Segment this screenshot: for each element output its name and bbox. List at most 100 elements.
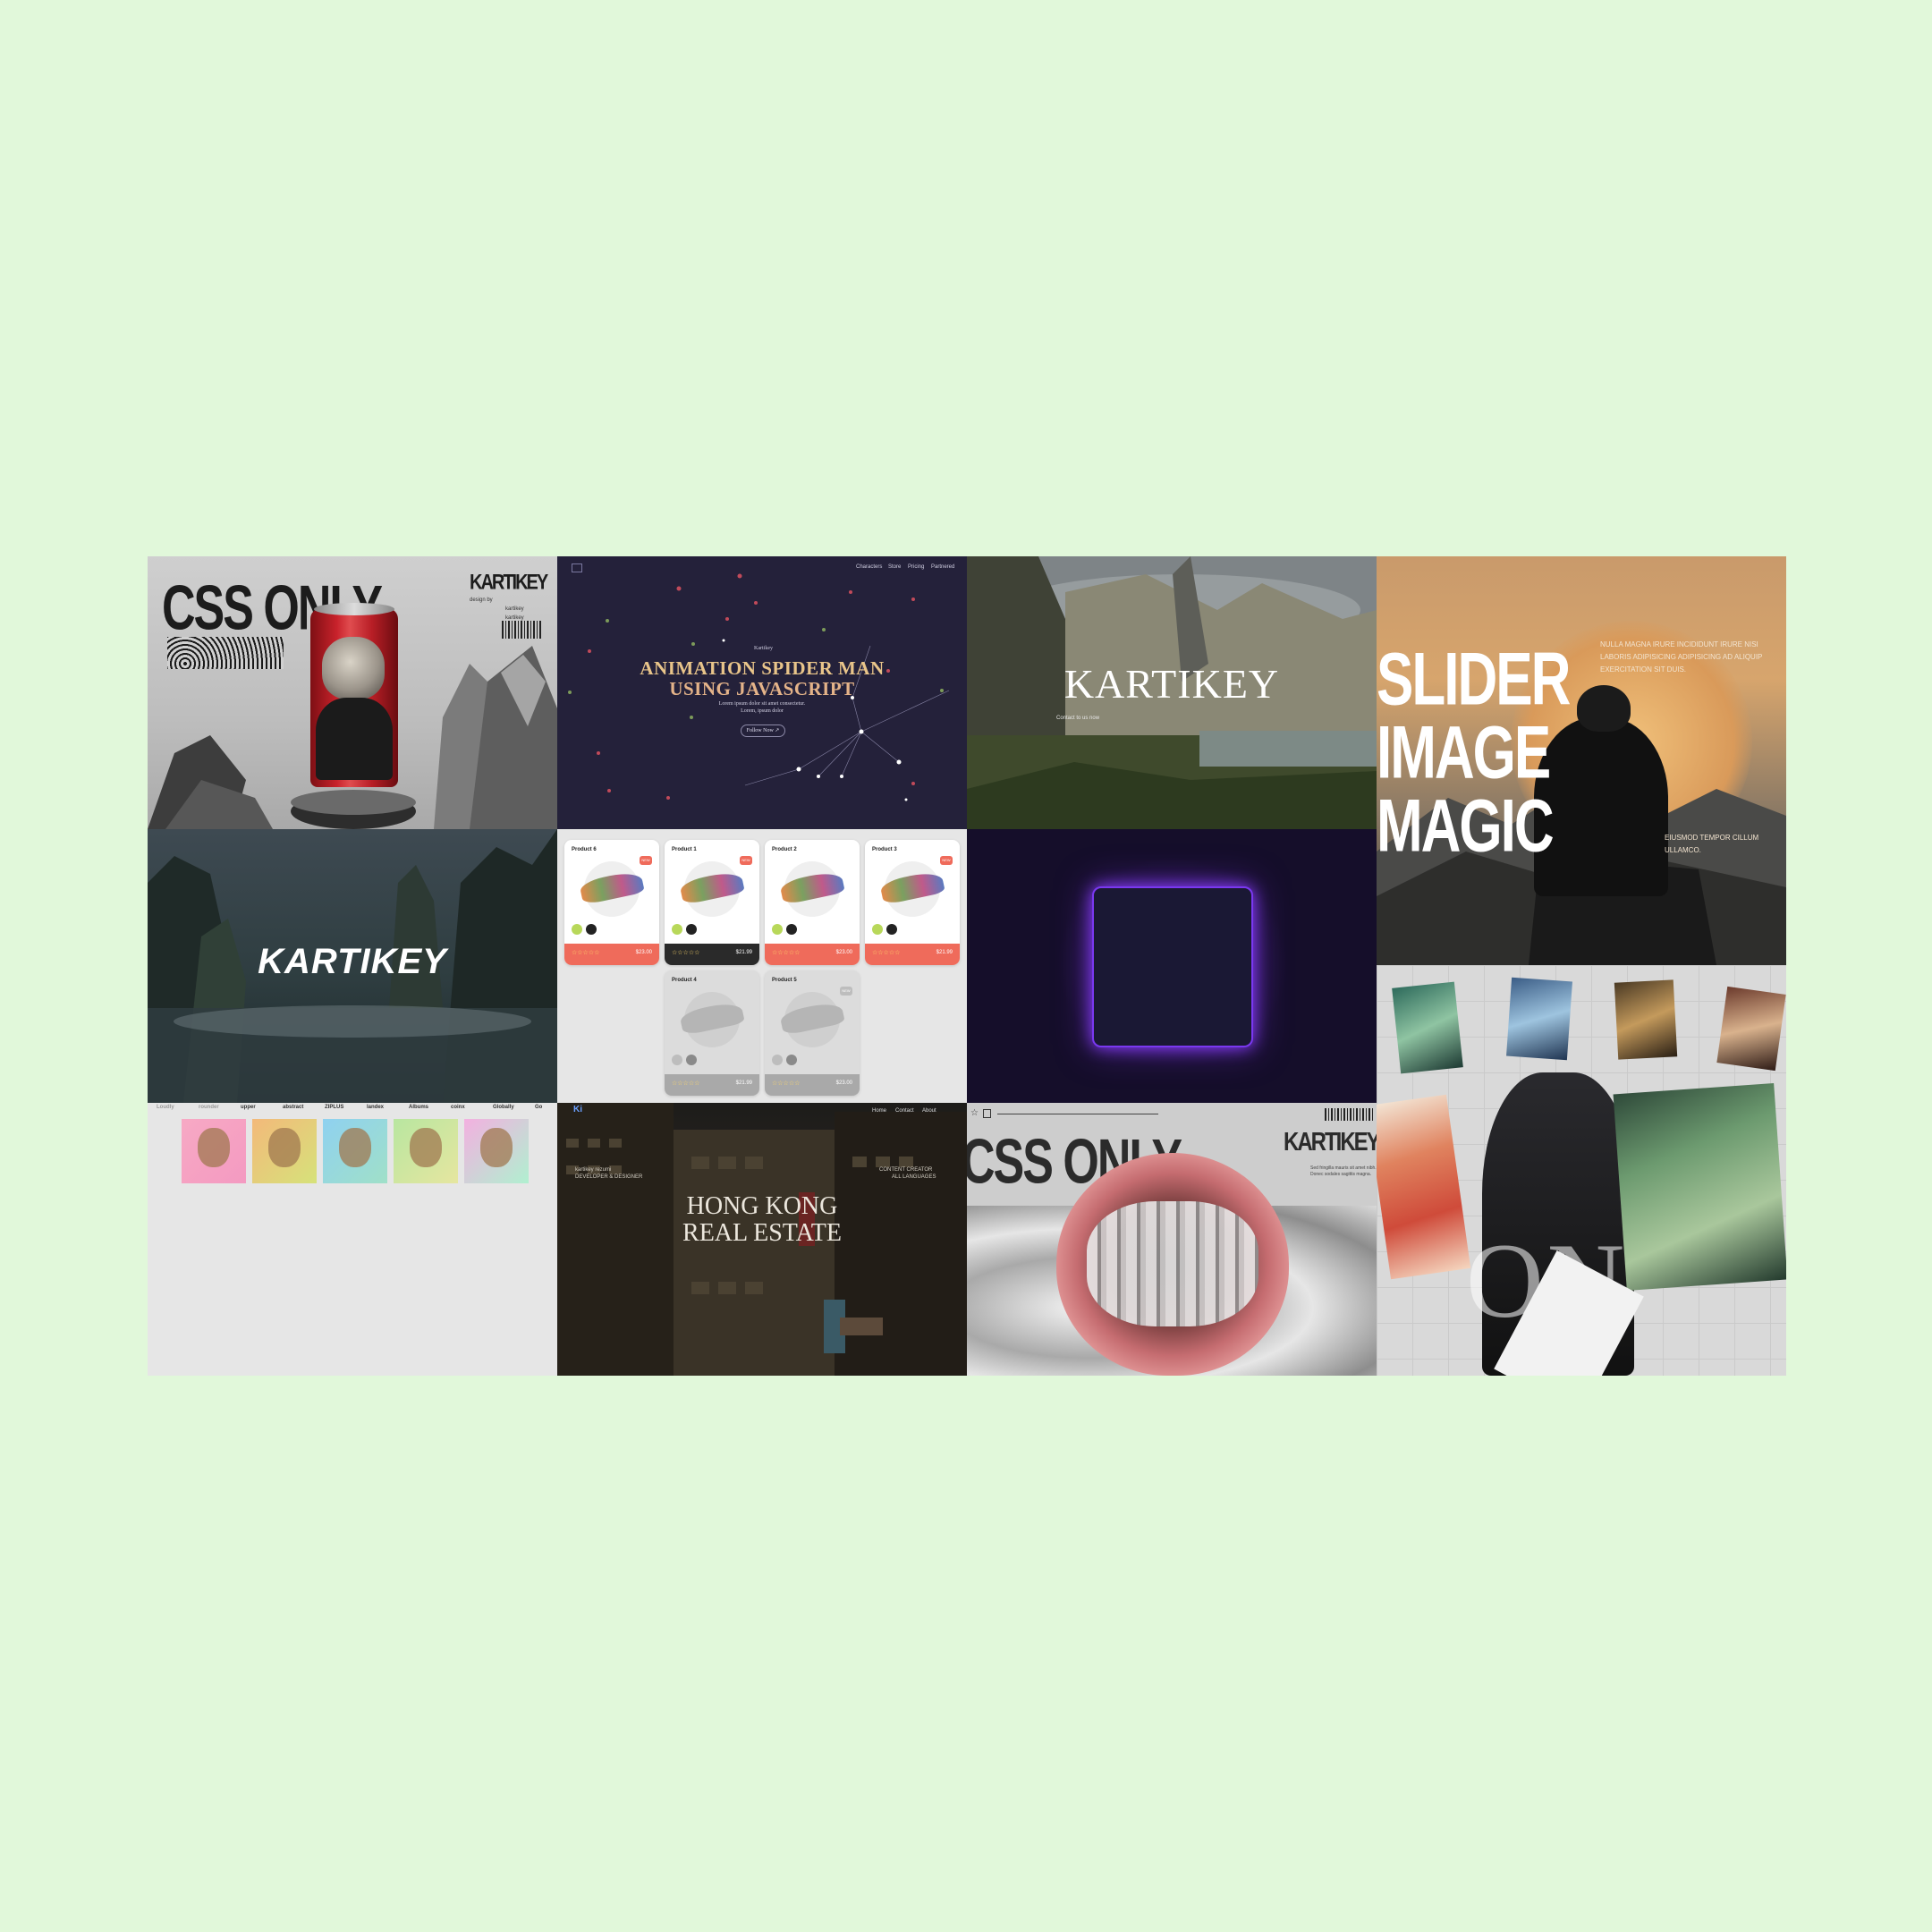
subtitle: Contact to us now [1056, 716, 1100, 721]
left-line-1: kartikey rezumi [575, 1167, 612, 1173]
star-rating[interactable]: ☆☆☆☆☆ [572, 949, 599, 956]
brand-label: KARTIKEY [1284, 1128, 1377, 1157]
neon-box[interactable] [1092, 886, 1253, 1047]
ape-face-icon [268, 1128, 301, 1167]
project-grid: CSS ONLY KARTIKEY design by kartikey kar… [148, 556, 1786, 1376]
color-swatch[interactable] [672, 924, 682, 935]
partner-logo: coinx [451, 1105, 465, 1110]
color-swatch[interactable] [886, 924, 897, 935]
color-swatch[interactable] [872, 924, 883, 935]
tile-kartikey-brush[interactable]: KARTIKEY [148, 829, 557, 1103]
partner-logo: landex [367, 1105, 385, 1110]
color-swatch[interactable] [786, 924, 797, 935]
star-rating[interactable]: ☆☆☆☆☆ [672, 949, 699, 956]
color-swatch[interactable] [572, 924, 582, 935]
logo-strip: Loudly rounder upper abstract ZIPLUS landex Al… [148, 1103, 557, 1115]
right-line-1: CONTENT CREATOR [879, 1167, 933, 1173]
nft-avatar[interactable] [394, 1119, 458, 1183]
partner-logo: rounder [199, 1105, 219, 1110]
follow-button[interactable]: Follow Now ↗ [741, 724, 785, 737]
logo[interactable]: Ki [573, 1105, 582, 1114]
partner-logo: Globally [493, 1105, 514, 1110]
right-line-2: ALL LANGUAGES [892, 1174, 936, 1180]
star-rating[interactable]: ☆☆☆☆☆ [872, 949, 900, 956]
product-price: $21.99 [735, 1080, 752, 1086]
star-rating[interactable]: ☆☆☆☆☆ [772, 949, 800, 956]
product-card[interactable]: Product 3 NEW ☆☆☆☆☆ $21.99 [865, 840, 960, 965]
ape-face-icon [339, 1128, 371, 1167]
product-card[interactable]: Product 6 NEW ☆☆☆☆☆ $23.00 [564, 840, 659, 965]
barcode-icon [1325, 1108, 1375, 1121]
nav-contact[interactable]: Contact [895, 1108, 914, 1114]
product-card[interactable]: Product 2 ☆☆☆☆☆ $23.00 [765, 840, 860, 965]
product-price: $23.00 [835, 950, 852, 955]
left-line-2: DEVELOPER & DESIGNER [575, 1174, 643, 1180]
partner-logo: Loudly [157, 1105, 174, 1110]
can-top [314, 603, 394, 615]
dragon-card-4[interactable] [1716, 986, 1786, 1072]
small-line: kartikey [505, 606, 524, 612]
nft-avatar[interactable] [323, 1119, 387, 1183]
color-swatch[interactable] [772, 1055, 783, 1065]
color-swatch[interactable] [772, 924, 783, 935]
product-name: Product 6 [572, 847, 597, 852]
tile-css-only-can[interactable]: CSS ONLY KARTIKEY design by kartikey kar… [148, 556, 557, 829]
product-price: $23.00 [635, 950, 652, 955]
new-badge: NEW [740, 856, 752, 865]
new-badge: NEW [640, 856, 652, 865]
color-swatch[interactable] [686, 924, 697, 935]
partner-logo: ZIPLUS [325, 1105, 344, 1110]
tile-nft-strip[interactable]: Loudly rounder upper abstract ZIPLUS landex Al… [148, 1103, 557, 1376]
title-line-2: USING JAVASCRIPT [669, 678, 855, 699]
color-swatch[interactable] [786, 1055, 797, 1065]
dragon-card-1[interactable] [1392, 981, 1463, 1074]
star-icon[interactable]: ☆ [970, 1108, 979, 1118]
chrome-teeth [1087, 1201, 1258, 1326]
ape-face-icon [410, 1128, 442, 1167]
color-swatch[interactable] [672, 1055, 682, 1065]
star-rating[interactable]: ☆☆☆☆☆ [672, 1080, 699, 1087]
partner-logo: upper [241, 1105, 256, 1110]
trash-icon[interactable] [983, 1109, 991, 1118]
star-rating[interactable]: ☆☆☆☆☆ [772, 1080, 800, 1087]
hooded-person [1534, 717, 1668, 896]
nft-avatar[interactable] [182, 1119, 246, 1183]
product-price: $21.99 [735, 950, 752, 955]
dragon-card-3[interactable] [1614, 979, 1678, 1060]
product-card[interactable]: Product 4 ☆☆☆☆☆ $21.99 [665, 970, 759, 1096]
tile-neon-box[interactable] [967, 829, 1377, 1103]
tile-css-only-mouth[interactable]: ☆ CSS ONLY KARTIKEY Sed fringilla mauris… [967, 1103, 1377, 1376]
subtitle-line-1: Lorem ipsum dolor sit amet consectetur. [718, 701, 806, 707]
nft-avatar[interactable] [252, 1119, 317, 1183]
subtitle-line-2: Lorem, ipsum dolor [741, 708, 784, 714]
color-swatch[interactable] [686, 1055, 697, 1065]
product-card[interactable]: Product 5 NEW ☆☆☆☆☆ $23.00 [765, 970, 860, 1096]
dragon-card-2[interactable] [1506, 977, 1572, 1061]
tile-landscape[interactable]: KARTIKEY Contact to us now [967, 556, 1377, 829]
new-badge: NEW [940, 856, 953, 865]
wolf-figure [322, 637, 385, 699]
nav-home[interactable]: Home [872, 1108, 886, 1114]
partner-logo: Albums [409, 1105, 429, 1110]
tile-spider-man[interactable]: Characters Store Pricing Partnered Karti… [557, 556, 967, 829]
title-line-1: ANIMATION SPIDER MAN [640, 657, 885, 679]
tile-slider-magic[interactable]: SLIDER IMAGE MAGIC NULLA MAGNA IRURE INC… [1377, 556, 1786, 965]
cap [1577, 685, 1631, 732]
tile-hong-kong[interactable]: Ki Home Contact About kartikey rezumi DE… [557, 1103, 967, 1376]
dragon-card-6[interactable] [1613, 1082, 1786, 1292]
wolf-body [316, 698, 393, 780]
title: KARTIKEY [1063, 661, 1280, 707]
title-line-1: HONG KONG [686, 1192, 838, 1220]
slider-line-3: MAGIC [1377, 784, 1555, 869]
small-copy: Sed fringilla mauris sit amet nibh. Done… [1310, 1165, 1377, 1177]
product-name: Product 5 [772, 978, 797, 983]
product-price: $21.99 [936, 950, 953, 955]
product-card[interactable]: Product 1 NEW ☆☆☆☆☆ $21.99 [665, 840, 759, 965]
nav-about[interactable]: About [922, 1108, 936, 1114]
tile-product-cards[interactable]: Product 6 NEW ☆☆☆☆☆ $23.00 Product 1 NEW… [557, 829, 967, 1103]
nft-avatar[interactable] [464, 1119, 529, 1183]
tile-dragons[interactable]: ON [1377, 965, 1786, 1376]
partner-logo: Go [535, 1105, 543, 1110]
copy-bottom: EIUSMOD TEMPOR CILLUM ULLAMCO. [1665, 834, 1759, 854]
color-swatch[interactable] [586, 924, 597, 935]
